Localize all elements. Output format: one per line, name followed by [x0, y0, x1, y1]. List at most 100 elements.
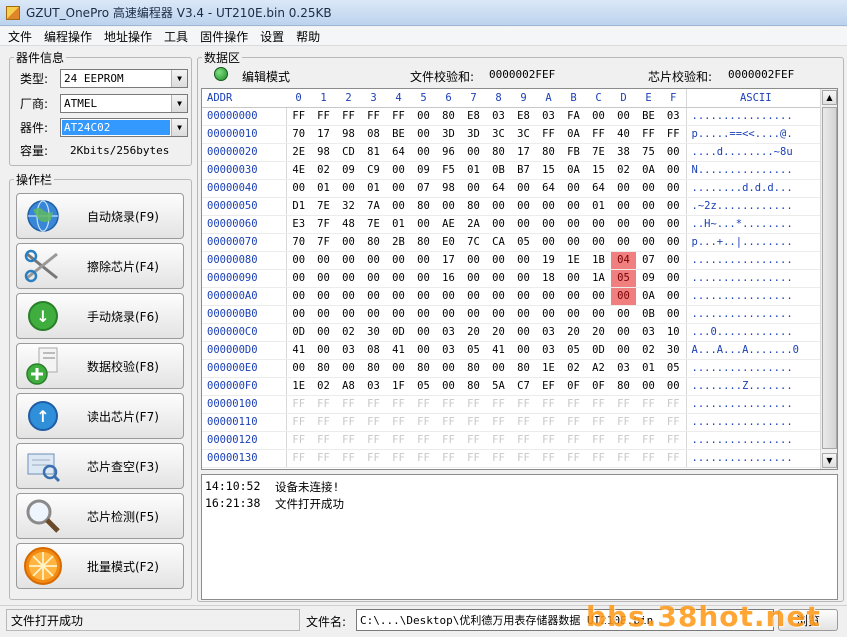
hex-byte-cell[interactable]: BE [386, 125, 411, 144]
hex-byte-cell[interactable]: FF [661, 125, 686, 144]
hex-byte-cell[interactable]: 00 [411, 215, 436, 234]
hex-byte-cell[interactable]: 00 [536, 287, 561, 306]
hex-byte-cell[interactable]: FF [536, 413, 561, 432]
hex-byte-cell[interactable]: FF [311, 107, 336, 126]
hex-byte-cell[interactable]: 00 [286, 251, 311, 270]
hex-byte-cell[interactable]: 00 [486, 287, 511, 306]
hex-byte-cell[interactable]: 01 [361, 179, 386, 198]
hex-byte-cell[interactable]: FF [461, 449, 486, 468]
hex-byte-cell[interactable]: 03 [611, 359, 636, 378]
menu-address-ops[interactable]: 地址操作 [98, 28, 158, 45]
hex-byte-cell[interactable]: 00 [511, 287, 536, 306]
hex-byte-cell[interactable]: AE [436, 215, 461, 234]
hex-byte-cell[interactable]: FF [511, 431, 536, 450]
hex-byte-cell[interactable]: CD [336, 143, 361, 162]
hex-byte-cell[interactable]: 00 [611, 197, 636, 216]
hex-byte-cell[interactable]: 70 [286, 233, 311, 252]
hex-byte-cell[interactable]: 32 [336, 197, 361, 216]
hex-byte-cell[interactable]: 00 [411, 341, 436, 360]
hex-byte-cell[interactable]: 09 [411, 161, 436, 180]
hex-byte-cell[interactable]: FF [611, 413, 636, 432]
hex-byte-cell[interactable]: 00 [336, 251, 361, 270]
hex-byte-cell[interactable]: 00 [386, 269, 411, 288]
hex-byte-cell[interactable]: B7 [511, 161, 536, 180]
hex-byte-cell[interactable]: 00 [311, 269, 336, 288]
hex-byte-cell[interactable]: 2A [461, 215, 486, 234]
hex-byte-cell[interactable]: 00 [511, 215, 536, 234]
hex-byte-cell[interactable]: FF [386, 107, 411, 126]
hex-byte-cell[interactable]: 00 [486, 359, 511, 378]
hex-byte-cell[interactable]: 00 [361, 305, 386, 324]
hex-byte-cell[interactable]: 00 [461, 305, 486, 324]
hex-byte-cell[interactable]: 2B [386, 233, 411, 252]
hex-byte-cell[interactable]: FF [561, 413, 586, 432]
hex-byte-cell[interactable]: 00 [636, 377, 661, 396]
hex-byte-cell[interactable]: 75 [636, 143, 661, 162]
hex-byte-cell[interactable]: 00 [386, 161, 411, 180]
hex-byte-cell[interactable]: 00 [311, 305, 336, 324]
menu-tools[interactable]: 工具 [158, 28, 194, 45]
hex-byte-cell[interactable]: 01 [586, 197, 611, 216]
hex-byte-cell[interactable]: 00 [586, 287, 611, 306]
hex-byte-cell[interactable]: 00 [561, 269, 586, 288]
chevron-down-icon[interactable]: ▼ [171, 70, 187, 87]
hex-byte-cell[interactable]: FF [436, 431, 461, 450]
hex-byte-cell[interactable]: 0B [636, 305, 661, 324]
hex-byte-cell[interactable]: FF [661, 413, 686, 432]
hex-byte-cell[interactable]: 00 [611, 179, 636, 198]
hex-byte-cell[interactable]: 00 [661, 305, 686, 324]
hex-byte-cell[interactable]: 0D [286, 323, 311, 342]
hex-byte-cell[interactable]: FF [586, 413, 611, 432]
menu-settings[interactable]: 设置 [254, 28, 290, 45]
hex-byte-cell[interactable]: 30 [661, 341, 686, 360]
hex-byte-cell[interactable]: 1E [286, 377, 311, 396]
hex-byte-cell[interactable]: FF [336, 413, 361, 432]
hex-byte-cell[interactable]: 00 [411, 251, 436, 270]
hex-byte-cell[interactable]: 05 [661, 359, 686, 378]
hex-byte-cell[interactable]: 00 [286, 305, 311, 324]
hex-byte-cell[interactable]: 00 [561, 179, 586, 198]
hex-byte-cell[interactable]: 00 [386, 359, 411, 378]
hex-byte-cell[interactable]: 81 [361, 143, 386, 162]
hex-byte-cell[interactable]: 00 [411, 305, 436, 324]
device-select[interactable]: AT24C02 ▼ [60, 118, 188, 137]
hex-byte-cell[interactable]: FF [461, 395, 486, 414]
hex-byte-cell[interactable]: 00 [386, 305, 411, 324]
hex-scrollbar[interactable]: ▲ ▼ [820, 89, 837, 469]
hex-byte-cell[interactable]: 00 [661, 233, 686, 252]
hex-byte-cell[interactable]: 00 [336, 287, 361, 306]
hex-byte-cell[interactable]: 00 [561, 215, 586, 234]
hex-byte-cell[interactable]: 00 [661, 269, 686, 288]
hex-byte-cell[interactable]: 03 [436, 341, 461, 360]
hex-byte-cell[interactable]: 80 [461, 197, 486, 216]
hex-byte-cell[interactable]: 80 [361, 233, 386, 252]
hex-byte-cell[interactable]: FB [561, 143, 586, 162]
hex-byte-cell[interactable]: 00 [411, 287, 436, 306]
hex-byte-cell[interactable]: 1E [561, 251, 586, 270]
hex-byte-cell[interactable]: FF [336, 395, 361, 414]
hex-byte-cell[interactable]: 80 [511, 359, 536, 378]
hex-byte-cell[interactable]: 00 [511, 341, 536, 360]
hex-byte-cell[interactable]: BE [636, 107, 661, 126]
hex-byte-cell[interactable]: 00 [436, 197, 461, 216]
hex-byte-cell[interactable]: 00 [361, 269, 386, 288]
hex-byte-cell[interactable]: 00 [411, 107, 436, 126]
hex-byte-cell[interactable]: 00 [436, 359, 461, 378]
hex-byte-cell[interactable]: FF [411, 395, 436, 414]
hex-byte-cell[interactable]: 3D [436, 125, 461, 144]
hex-byte-cell[interactable]: 0A [561, 125, 586, 144]
chip-detect-button[interactable]: 芯片检测(F5) [16, 493, 184, 539]
hex-byte-cell[interactable]: 41 [286, 341, 311, 360]
hex-byte-cell[interactable]: 04 [611, 251, 636, 270]
hex-byte-cell[interactable]: 5A [486, 377, 511, 396]
hex-byte-cell[interactable]: 64 [586, 179, 611, 198]
hex-byte-cell[interactable]: FF [436, 449, 461, 468]
hex-byte-cell[interactable]: FF [536, 449, 561, 468]
hex-byte-cell[interactable]: 00 [636, 215, 661, 234]
hex-byte-cell[interactable]: 64 [536, 179, 561, 198]
log-panel[interactable]: 14:10:52 设备未连接! 16:21:38 文件打开成功 [201, 474, 838, 600]
hex-byte-cell[interactable]: FF [586, 431, 611, 450]
hex-byte-cell[interactable]: FF [436, 413, 461, 432]
hex-byte-cell[interactable]: 00 [511, 269, 536, 288]
hex-byte-cell[interactable]: 20 [586, 323, 611, 342]
